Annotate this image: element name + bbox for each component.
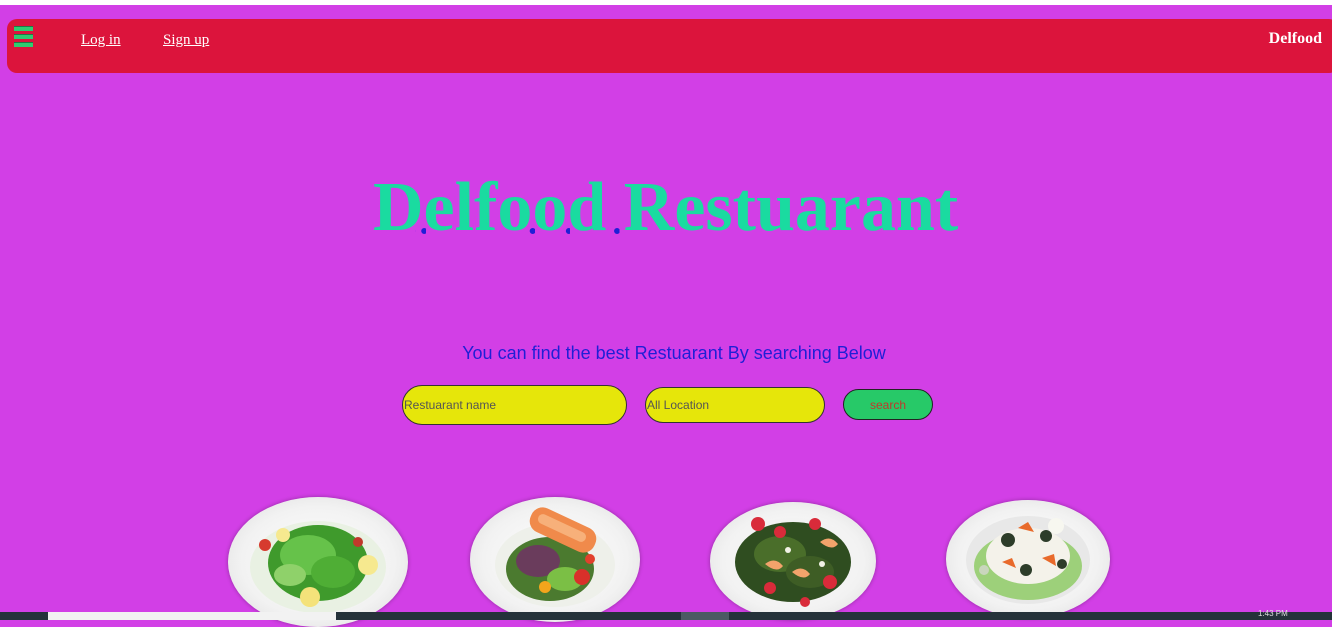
restaurant-name-input[interactable] bbox=[402, 385, 627, 425]
taskbar-clock[interactable]: 1:43 PM bbox=[1258, 609, 1288, 618]
taskbar-search-box[interactable] bbox=[48, 612, 336, 620]
hero-subtitle: You can find the best Restuarant By sear… bbox=[462, 343, 886, 363]
page-title: Delfood Restuarant bbox=[373, 169, 959, 246]
mixed-salad-image bbox=[946, 500, 1110, 618]
green-salad-image bbox=[228, 497, 408, 627]
top-border bbox=[0, 0, 1332, 5]
taskbar-active-app[interactable] bbox=[681, 612, 729, 620]
location-input[interactable] bbox=[645, 387, 825, 423]
brand-name[interactable]: Delfood bbox=[1269, 30, 1322, 48]
signup-link[interactable]: Sign up bbox=[163, 32, 209, 49]
strawberry-shrimp-salad-image bbox=[710, 502, 876, 620]
taskbar: 1:43 PM bbox=[0, 609, 1332, 620]
salmon-salad-image bbox=[470, 497, 640, 622]
hamburger-menu-icon[interactable] bbox=[14, 26, 33, 47]
search-button[interactable]: search bbox=[843, 389, 933, 420]
login-link[interactable]: Log in bbox=[81, 32, 121, 49]
navbar: Log in Sign up Delfood bbox=[7, 19, 1332, 73]
